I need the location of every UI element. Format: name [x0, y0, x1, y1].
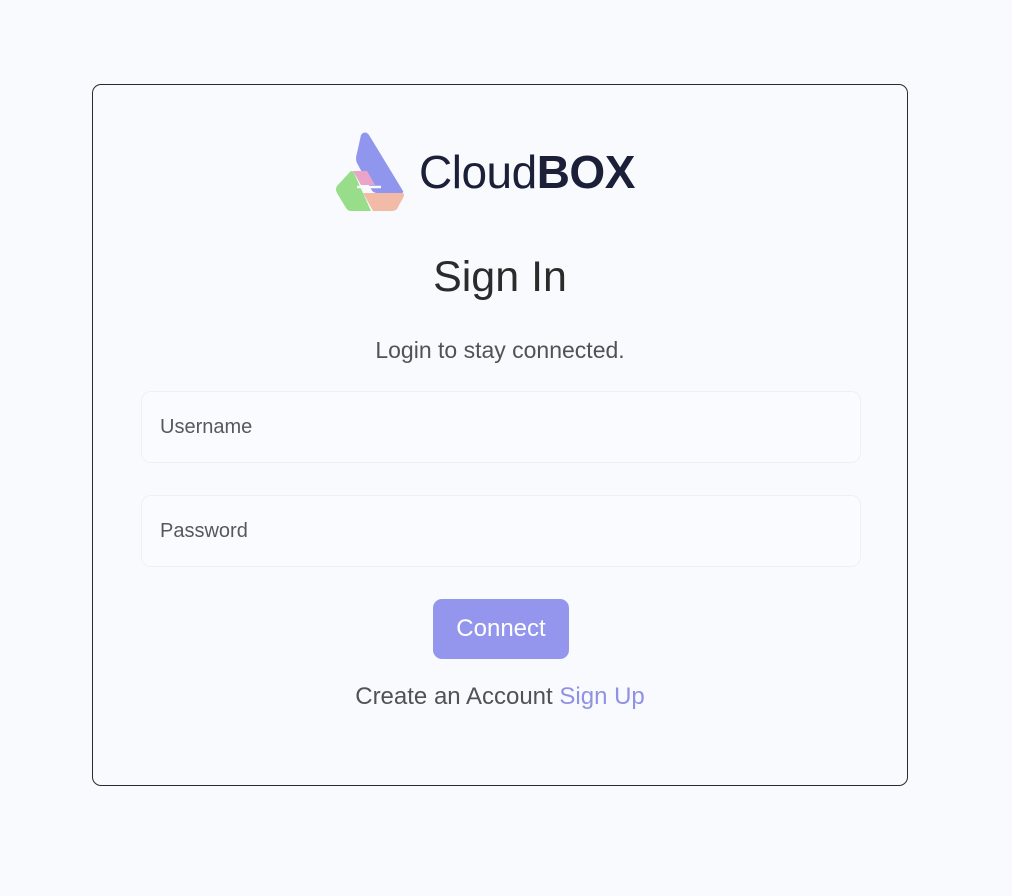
brand-name-bold: BOX — [536, 146, 636, 198]
password-input[interactable] — [141, 495, 861, 567]
page-title: Sign In — [433, 253, 567, 301]
connect-button[interactable]: Connect — [433, 599, 569, 659]
signup-row: Create an Account Sign Up — [93, 683, 907, 711]
sign-in-card: CloudBOX Sign In Login to stay connected… — [92, 84, 908, 786]
brand-name: CloudBOX — [419, 149, 635, 195]
brand-name-light: Cloud — [419, 146, 537, 198]
cloudbox-logo: CloudBOX — [335, 131, 635, 215]
account-prompt: Create an Account — [355, 683, 553, 710]
page-subtitle: Login to stay connected. — [375, 337, 625, 363]
sign-up-link[interactable]: Sign Up — [559, 683, 644, 710]
cloudbox-logo-icon — [336, 132, 404, 211]
username-input[interactable] — [141, 391, 861, 463]
